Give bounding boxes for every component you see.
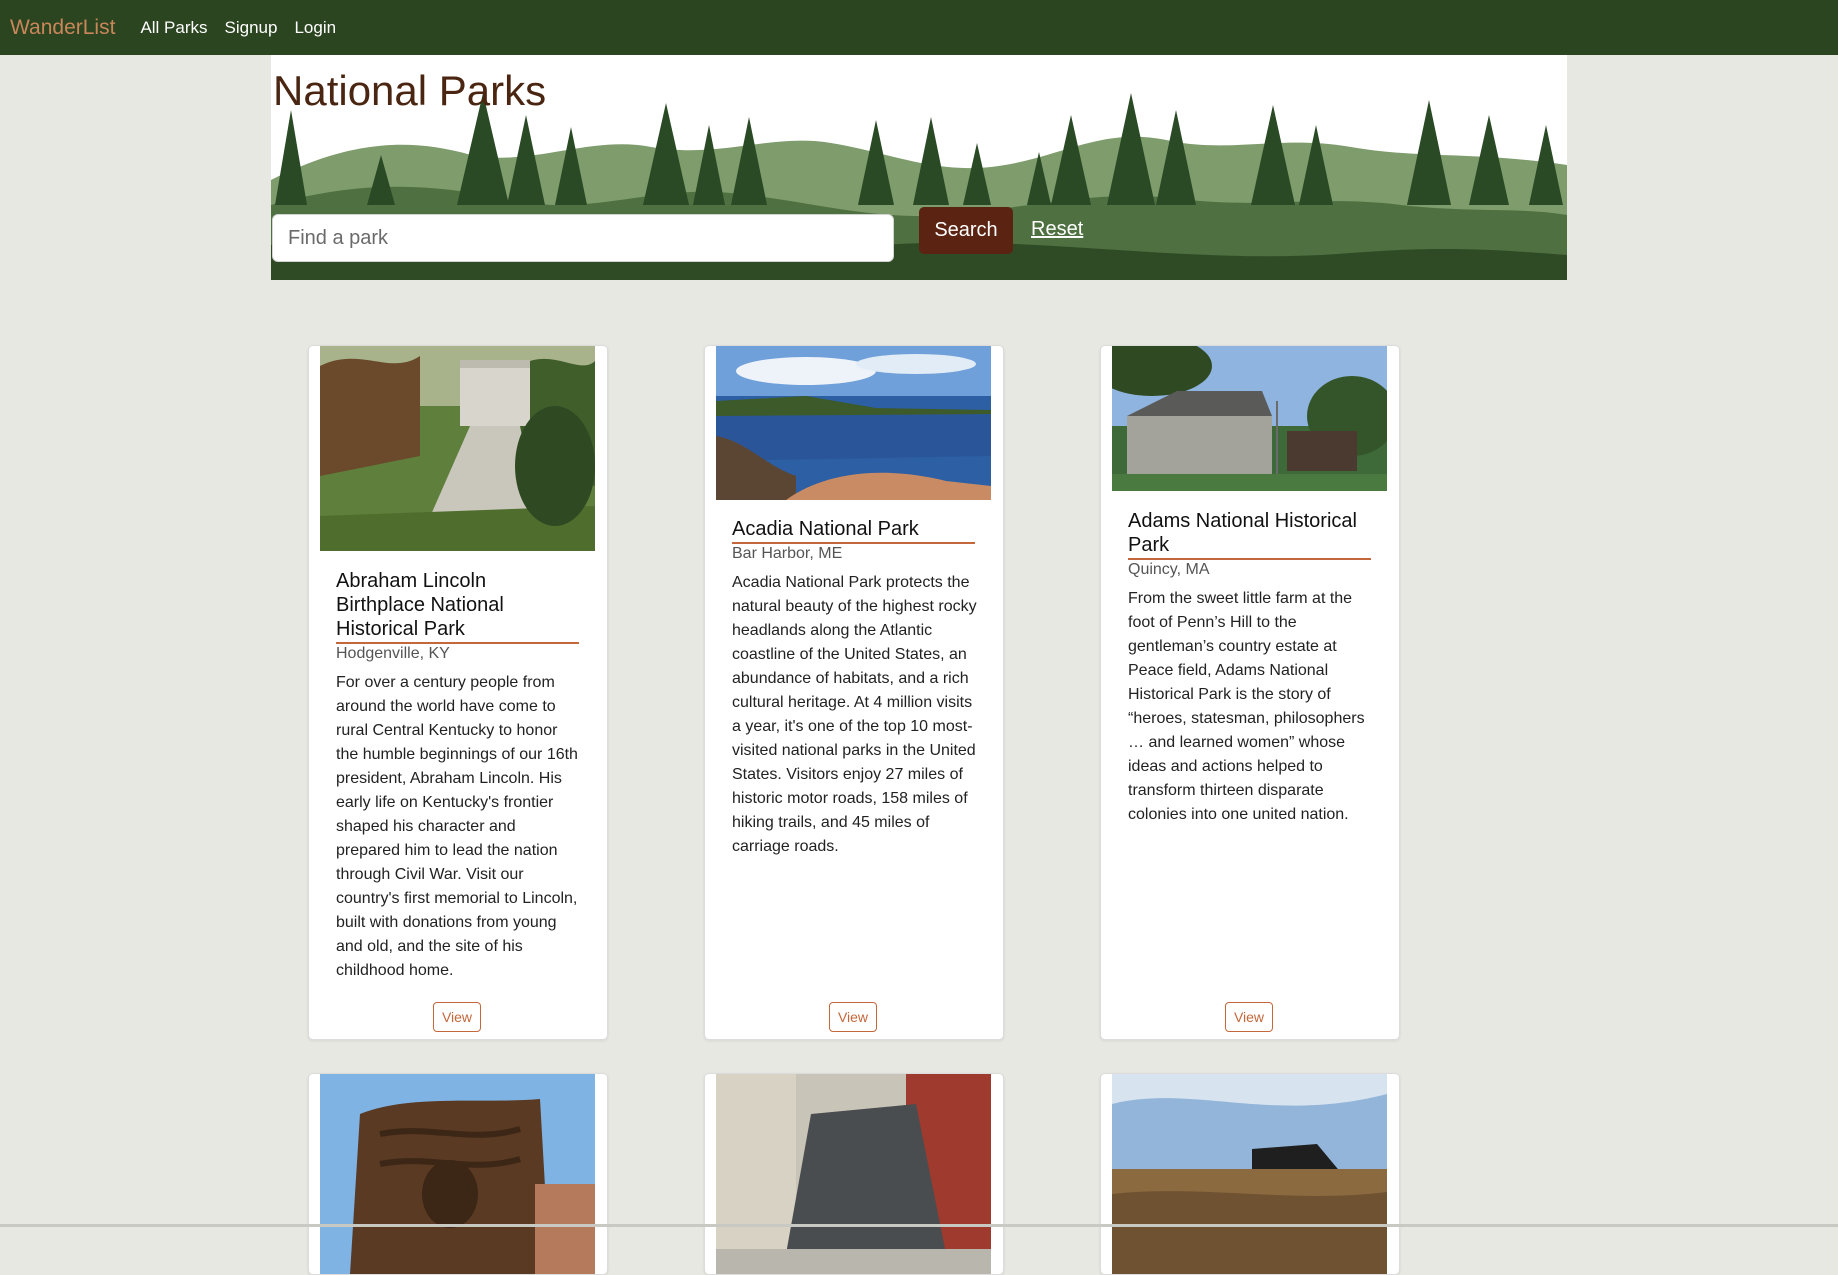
park-description: From the sweet little farm at the foot o… (1128, 590, 1365, 823)
view-button[interactable]: View (829, 1002, 877, 1032)
park-photo (716, 346, 991, 500)
park-photo (320, 346, 595, 551)
park-description: For over a century people from around th… (336, 674, 578, 979)
park-name: Adams National Historical Park (1128, 509, 1371, 560)
park-card: Abraham Lincoln Birthplace National Hist… (308, 345, 608, 1040)
view-button[interactable]: View (433, 1002, 481, 1032)
page-title: National Parks (273, 67, 547, 114)
park-location: Hodgenville, KY (336, 645, 450, 662)
brand-link[interactable]: WanderList (10, 16, 115, 40)
reset-link[interactable]: Reset (1031, 218, 1083, 241)
park-location: Quincy, MA (1128, 561, 1210, 578)
nav-link-signup[interactable]: Signup (225, 18, 278, 38)
park-card (1100, 1073, 1400, 1275)
park-card: Adams National Historical Park Quincy, M… (1100, 345, 1400, 1040)
navbar: WanderList All Parks Signup Login (0, 0, 1838, 55)
park-description: Acadia National Park protects the natura… (732, 574, 977, 855)
nav-link-all-parks[interactable]: All Parks (140, 18, 207, 38)
park-photo (320, 1074, 595, 1274)
nav-link-login[interactable]: Login (294, 18, 336, 38)
park-photo (1112, 1074, 1387, 1274)
search-input[interactable] (272, 214, 894, 262)
park-name: Acadia National Park (732, 517, 975, 544)
park-location: Bar Harbor, ME (732, 545, 843, 562)
search-button[interactable]: Search (919, 207, 1013, 254)
view-button[interactable]: View (1225, 1002, 1273, 1032)
park-card (308, 1073, 608, 1275)
park-card: Acadia National Park Bar Harbor, ME Acad… (704, 345, 1004, 1040)
park-name: Abraham Lincoln Birthplace National Hist… (336, 569, 579, 644)
park-photo (716, 1074, 991, 1274)
park-card (704, 1073, 1004, 1275)
park-photo (1112, 346, 1387, 491)
hero-banner: National Parks Search Reset (271, 55, 1567, 280)
